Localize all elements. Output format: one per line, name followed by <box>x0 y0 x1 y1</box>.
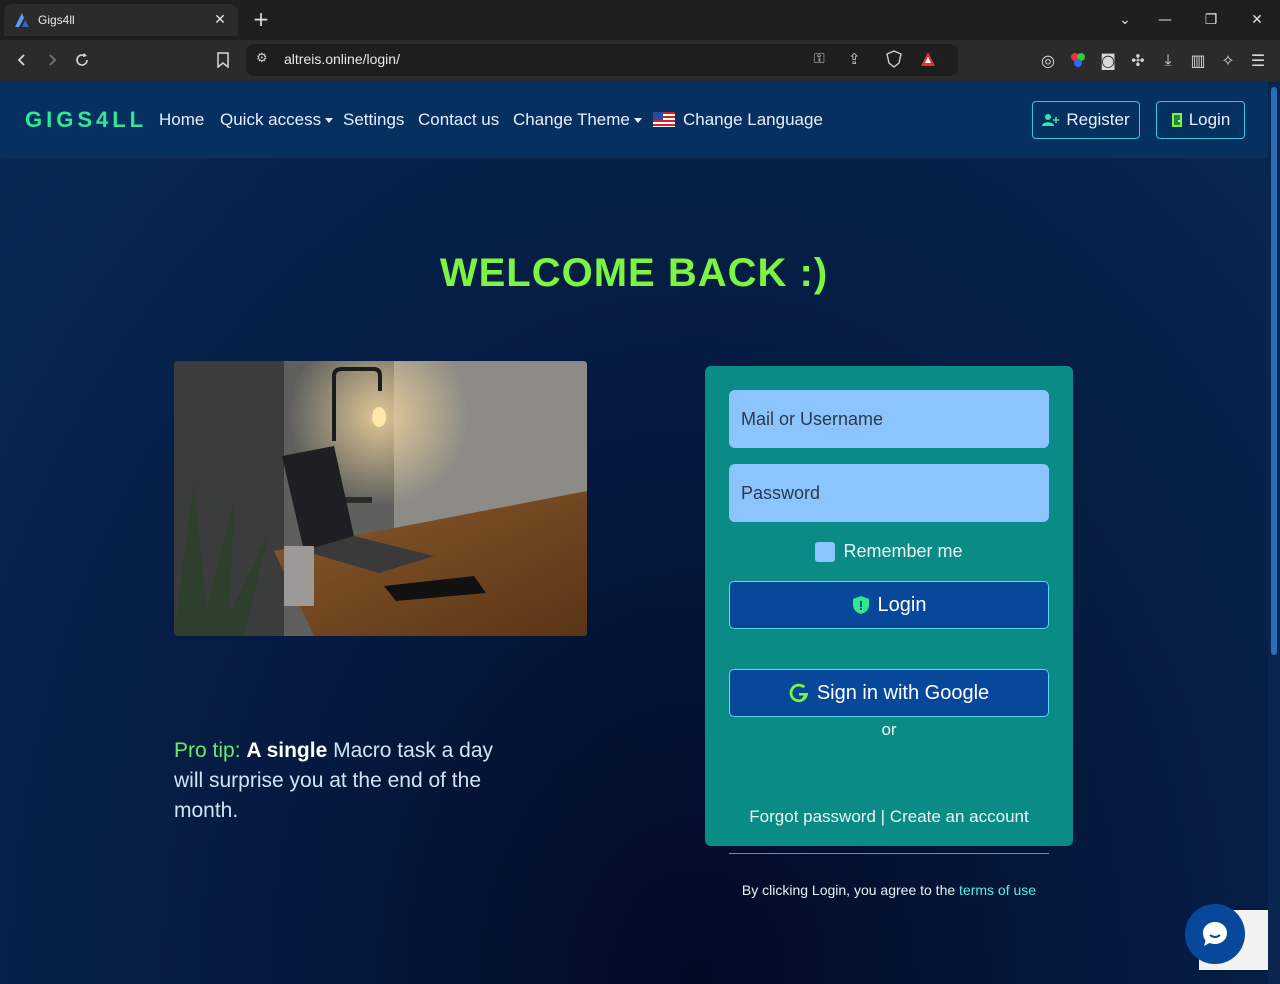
us-flag-icon <box>653 112 675 127</box>
chat-widget-button[interactable] <box>1185 904 1245 964</box>
nav-settings[interactable]: Settings <box>343 110 404 130</box>
terms-notice: By clicking Login, you agree to the term… <box>705 882 1073 898</box>
remember-me-checkbox[interactable] <box>815 541 836 562</box>
login-nav-label: Login <box>1188 110 1231 129</box>
scrollbar-thumb[interactable] <box>1271 87 1277 655</box>
minimize-button[interactable]: — <box>1142 0 1188 40</box>
key-icon[interactable]: ⚿ <box>814 51 825 67</box>
register-button[interactable]: Register <box>1032 101 1140 139</box>
extension-color-icon[interactable] <box>1067 49 1089 71</box>
chat-bubble-icon <box>1203 922 1227 946</box>
tab-close-icon[interactable]: ✕ <box>212 12 228 28</box>
site-logo[interactable]: GIGS4LL <box>25 107 147 133</box>
login-button-label: Login <box>877 593 927 616</box>
terms-of-use-link[interactable]: terms of use <box>959 882 1036 898</box>
nav-contact[interactable]: Contact us <box>418 110 499 130</box>
pro-tip-label: Pro tip: <box>174 739 241 762</box>
forward-icon[interactable] <box>41 49 63 71</box>
add-user-icon <box>1042 114 1060 126</box>
page-title: WELCOME BACK :) <box>439 251 829 295</box>
terms-prefix: By clicking Login, you agree to the <box>741 882 956 898</box>
page: GIGS4LL Home Quick access Settings Conta… <box>0 81 1268 984</box>
links-separator: | <box>880 807 886 826</box>
login-button[interactable]: Login <box>729 581 1049 629</box>
pro-tip-strong: A single <box>246 739 328 762</box>
share-icon[interactable]: ⇪ <box>848 50 861 68</box>
brave-rewards-icon[interactable] <box>920 51 936 67</box>
camera-icon[interactable]: ◙ <box>1097 49 1119 71</box>
nav-change-language[interactable]: Change Language <box>653 110 823 130</box>
login-nav-button[interactable]: Login <box>1156 101 1245 139</box>
google-signin-button[interactable]: Sign in with Google <box>729 669 1049 717</box>
new-tab-button[interactable]: + <box>250 8 272 30</box>
browser-toolbar: ⚙ altreis.online/login/ ⚿ ⇪ ◎ ◙ ✣ ⤓ ▥ ✧ … <box>0 40 1280 81</box>
forgot-password-link[interactable]: Forgot password <box>749 807 876 826</box>
desk-photo <box>174 361 587 636</box>
extension-glasses-icon[interactable]: ◎ <box>1037 49 1059 71</box>
account-links: Forgot password | Create an account <box>705 807 1073 827</box>
back-icon[interactable] <box>11 49 33 71</box>
username-input[interactable] <box>729 390 1049 448</box>
site-favicon-icon <box>14 12 30 28</box>
nav-change-theme-label: Change Theme <box>513 110 630 129</box>
url-text[interactable]: altreis.online/login/ <box>284 51 400 67</box>
browser-tab-bar: Gigs4ll ✕ + ⌄ — ❐ ✕ <box>0 0 1280 40</box>
address-bar[interactable]: ⚙ altreis.online/login/ ⚿ ⇪ <box>246 44 958 76</box>
nav-quick-access[interactable]: Quick access <box>220 110 334 130</box>
register-label: Register <box>1066 110 1130 129</box>
create-account-link[interactable]: Create an account <box>890 807 1029 826</box>
shield-icon <box>852 596 869 614</box>
door-icon <box>1171 113 1182 127</box>
download-icon[interactable]: ⤓ <box>1157 49 1179 71</box>
extensions-puzzle-icon[interactable]: ✣ <box>1127 49 1149 71</box>
caret-down-icon <box>633 118 642 124</box>
close-window-button[interactable]: ✕ <box>1234 0 1280 40</box>
tab-title: Gigs4ll <box>38 13 75 27</box>
password-input[interactable] <box>729 464 1049 522</box>
page-scrollbar[interactable] <box>1268 81 1280 984</box>
restore-button[interactable]: ❐ <box>1188 0 1234 40</box>
sidebar-icon[interactable]: ▥ <box>1187 49 1209 71</box>
remember-me[interactable]: Remember me <box>705 541 1073 562</box>
google-icon <box>789 683 808 703</box>
reload-icon[interactable] <box>71 49 93 71</box>
nav-change-theme[interactable]: Change Theme <box>513 110 642 130</box>
caret-down-icon <box>325 118 334 124</box>
site-settings-icon[interactable]: ⚙ <box>256 51 268 66</box>
login-card: Remember me Login or Sign in with Google… <box>705 366 1073 898</box>
leo-ai-icon[interactable]: ✧ <box>1217 49 1239 71</box>
bookmark-icon[interactable] <box>212 49 234 71</box>
menu-icon[interactable]: ☰ <box>1247 49 1269 71</box>
google-signin-label: Sign in with Google <box>816 681 990 704</box>
nav-home[interactable]: Home <box>159 110 204 130</box>
nav-quick-access-label: Quick access <box>220 110 322 129</box>
nav-change-language-label: Change Language <box>683 110 823 129</box>
browser-tab[interactable]: Gigs4ll ✕ <box>4 4 238 36</box>
or-divider-text: or <box>881 720 897 739</box>
brave-shield-icon[interactable] <box>886 50 902 68</box>
card-divider <box>729 853 1049 854</box>
pro-tip: Pro tip: A single Macro task a day will … <box>174 736 504 826</box>
site-navbar: GIGS4LL Home Quick access Settings Conta… <box>0 81 1268 158</box>
remember-me-label: Remember me <box>843 541 963 561</box>
